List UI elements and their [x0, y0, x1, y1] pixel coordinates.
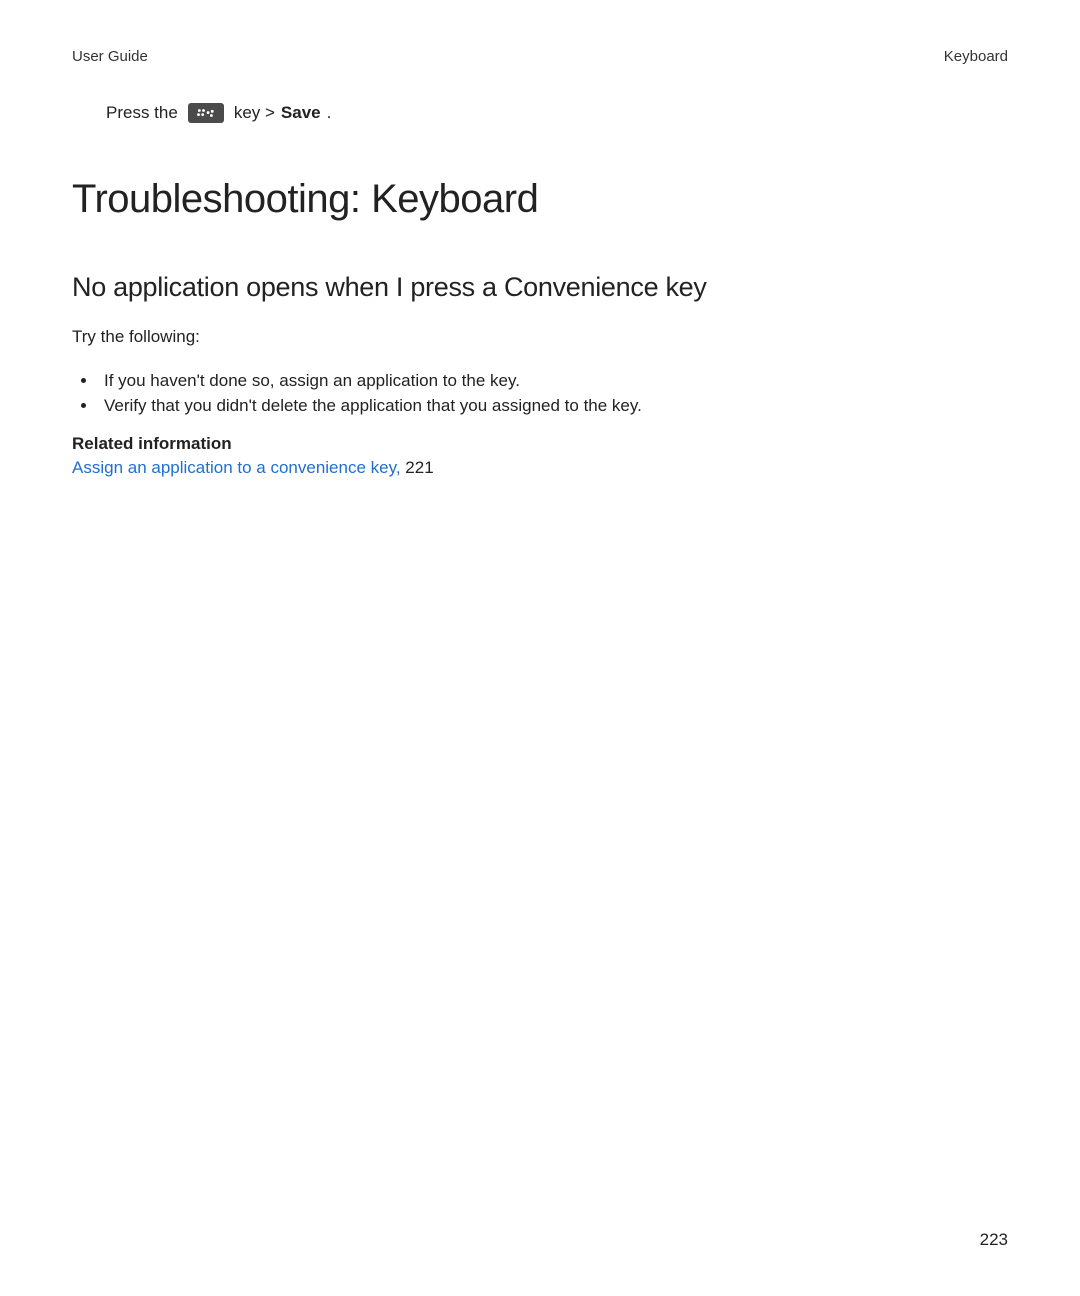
- header-left: User Guide: [72, 48, 148, 65]
- document-page: User Guide Keyboard Press the key > Save…: [0, 0, 1080, 1296]
- lead-text: Try the following:: [72, 327, 1008, 347]
- related-line: Assign an application to a convenience k…: [72, 458, 1008, 478]
- related-link[interactable]: Assign an application to a convenience k…: [72, 458, 401, 477]
- list-item: If you haven't done so, assign an applic…: [98, 369, 1008, 394]
- list-item: Verify that you didn't delete the applic…: [98, 394, 1008, 419]
- instruction-line: Press the key > Save.: [106, 103, 1008, 123]
- page-number: 223: [980, 1230, 1008, 1250]
- related-heading: Related information: [72, 434, 1008, 454]
- section-subtitle: No application opens when I press a Conv…: [72, 272, 1008, 303]
- menu-key-icon: [188, 103, 224, 123]
- instruction-save: Save: [281, 103, 321, 123]
- related-page-ref: 221: [401, 458, 434, 477]
- instruction-key-gt: key >: [234, 103, 275, 123]
- instruction-press-the: Press the: [106, 103, 178, 123]
- running-header: User Guide Keyboard: [72, 48, 1008, 65]
- header-right: Keyboard: [944, 48, 1008, 65]
- bullet-list: If you haven't done so, assign an applic…: [72, 369, 1008, 418]
- page-title: Troubleshooting: Keyboard: [72, 177, 1008, 222]
- blackberry-logo-icon: [196, 107, 216, 119]
- instruction-period: .: [327, 103, 332, 123]
